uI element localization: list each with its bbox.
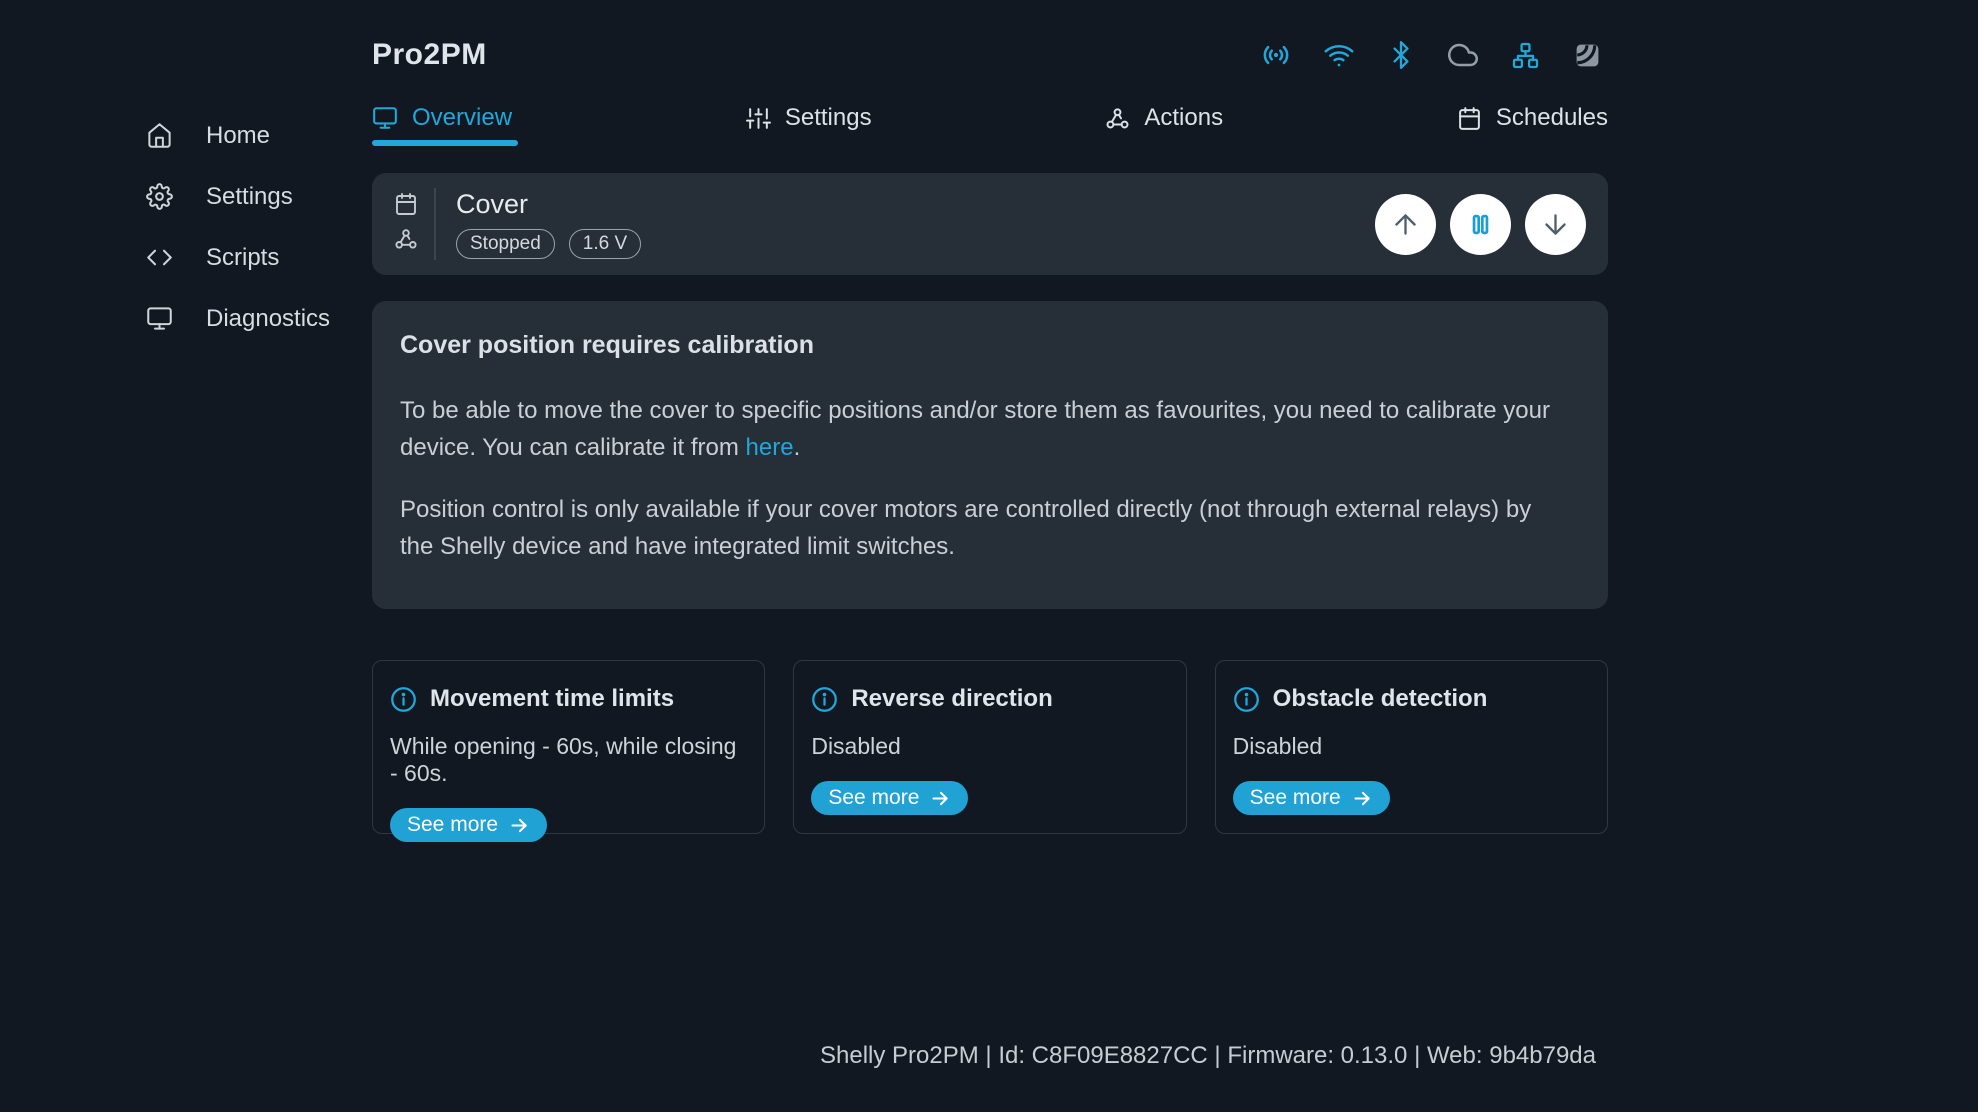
card-title: Reverse direction bbox=[851, 685, 1052, 713]
home-icon bbox=[146, 122, 173, 149]
tab-schedules[interactable]: Schedules bbox=[1457, 104, 1608, 146]
cover-panel: Cover Stopped 1.6 V bbox=[372, 173, 1608, 275]
calibration-paragraph-2: Position control is only available if yo… bbox=[400, 491, 1565, 565]
card-movement-time-limits: Movement time limits While opening - 60s… bbox=[372, 660, 765, 834]
divider bbox=[434, 188, 436, 260]
cover-close-button[interactable] bbox=[1525, 194, 1586, 255]
cover-pause-button[interactable] bbox=[1450, 194, 1511, 255]
tab-actions[interactable]: Actions bbox=[1105, 104, 1223, 146]
calendar-icon bbox=[1457, 106, 1482, 131]
sliders-icon bbox=[746, 106, 771, 131]
sidebar-item-home[interactable]: Home bbox=[0, 105, 372, 166]
tab-bar: Overview Settings Actions Schedules bbox=[372, 104, 1608, 146]
main-content: Pro2PM Overview Settings Actions bbox=[372, 0, 1608, 1112]
tab-label: Overview bbox=[412, 104, 512, 132]
see-more-label: See more bbox=[407, 813, 498, 837]
card-header: Obstacle detection bbox=[1233, 685, 1590, 713]
card-value: Disabled bbox=[1233, 733, 1590, 760]
calibration-heading: Cover position requires calibration bbox=[400, 331, 1580, 360]
calendar-icon[interactable] bbox=[394, 192, 418, 221]
cover-title: Cover bbox=[456, 189, 641, 220]
webhook-icon[interactable] bbox=[394, 227, 418, 256]
monitor-icon bbox=[146, 305, 173, 332]
sidebar: Home Settings Scripts Diagnostics bbox=[0, 105, 372, 349]
tab-label: Actions bbox=[1144, 104, 1223, 132]
sidebar-item-label: Scripts bbox=[206, 244, 279, 272]
card-title: Movement time limits bbox=[430, 685, 674, 713]
pause-icon bbox=[1465, 209, 1496, 240]
bluetooth-icon bbox=[1387, 41, 1415, 69]
see-more-label: See more bbox=[1250, 786, 1341, 810]
calibration-text-end: . bbox=[794, 434, 801, 461]
status-badge: Stopped bbox=[456, 229, 555, 260]
webhook-icon bbox=[1105, 106, 1130, 131]
voltage-badge: 1.6 V bbox=[569, 229, 641, 260]
tab-label: Settings bbox=[785, 104, 872, 132]
info-icon bbox=[390, 686, 417, 713]
status-bar bbox=[1261, 40, 1602, 70]
card-value: Disabled bbox=[811, 733, 1168, 760]
sidebar-item-label: Home bbox=[206, 122, 270, 150]
card-reverse-direction: Reverse direction Disabled See more bbox=[793, 660, 1186, 834]
sidebar-item-settings[interactable]: Settings bbox=[0, 166, 372, 227]
arrow-down-icon bbox=[1540, 209, 1571, 240]
card-title: Obstacle detection bbox=[1273, 685, 1488, 713]
mqtt-icon bbox=[1573, 41, 1602, 70]
arrow-up-icon bbox=[1390, 209, 1421, 240]
wifi-icon bbox=[1324, 40, 1354, 70]
calibration-paragraph-1: To be able to move the cover to specific… bbox=[400, 392, 1565, 466]
code-icon bbox=[146, 244, 173, 271]
tab-label: Schedules bbox=[1496, 104, 1608, 132]
info-icon bbox=[1233, 686, 1260, 713]
sidebar-item-scripts[interactable]: Scripts bbox=[0, 227, 372, 288]
shelly-device-page: Home Settings Scripts Diagnostics Pro2PM bbox=[0, 0, 1978, 1112]
gear-icon bbox=[146, 183, 173, 210]
monitor-icon bbox=[372, 105, 398, 131]
tab-overview[interactable]: Overview bbox=[372, 104, 512, 146]
see-more-button[interactable]: See more bbox=[1233, 781, 1390, 815]
cover-shortcut-icons bbox=[394, 192, 418, 256]
arrow-right-icon bbox=[509, 815, 530, 836]
cover-open-button[interactable] bbox=[1375, 194, 1436, 255]
access-point-icon bbox=[1261, 40, 1291, 70]
ethernet-icon bbox=[1511, 41, 1540, 70]
feature-cards: Movement time limits While opening - 60s… bbox=[372, 660, 1608, 834]
cover-actions bbox=[1375, 194, 1586, 255]
calibration-notice: Cover position requires calibration To b… bbox=[372, 301, 1608, 609]
card-header: Reverse direction bbox=[811, 685, 1168, 713]
calibration-text: To be able to move the cover to specific… bbox=[400, 397, 1550, 461]
calibrate-here-link[interactable]: here bbox=[746, 434, 794, 461]
page-title: Pro2PM bbox=[372, 38, 487, 72]
see-more-button[interactable]: See more bbox=[811, 781, 968, 815]
tab-settings[interactable]: Settings bbox=[746, 104, 872, 146]
card-obstacle-detection: Obstacle detection Disabled See more bbox=[1215, 660, 1608, 834]
info-icon bbox=[811, 686, 838, 713]
arrow-right-icon bbox=[930, 788, 951, 809]
card-header: Movement time limits bbox=[390, 685, 747, 713]
cover-badges: Stopped 1.6 V bbox=[456, 229, 641, 260]
see-more-button[interactable]: See more bbox=[390, 808, 547, 842]
sidebar-item-label: Settings bbox=[206, 183, 293, 211]
cover-info: Cover Stopped 1.6 V bbox=[456, 189, 641, 260]
sidebar-item-diagnostics[interactable]: Diagnostics bbox=[0, 288, 372, 349]
arrow-right-icon bbox=[1352, 788, 1373, 809]
sidebar-item-label: Diagnostics bbox=[206, 305, 330, 333]
device-info-footer: Shelly Pro2PM | Id: C8F09E8827CC | Firmw… bbox=[820, 1042, 1596, 1070]
cloud-icon bbox=[1448, 40, 1478, 70]
card-value: While opening - 60s, while closing - 60s… bbox=[390, 733, 747, 787]
see-more-label: See more bbox=[828, 786, 919, 810]
